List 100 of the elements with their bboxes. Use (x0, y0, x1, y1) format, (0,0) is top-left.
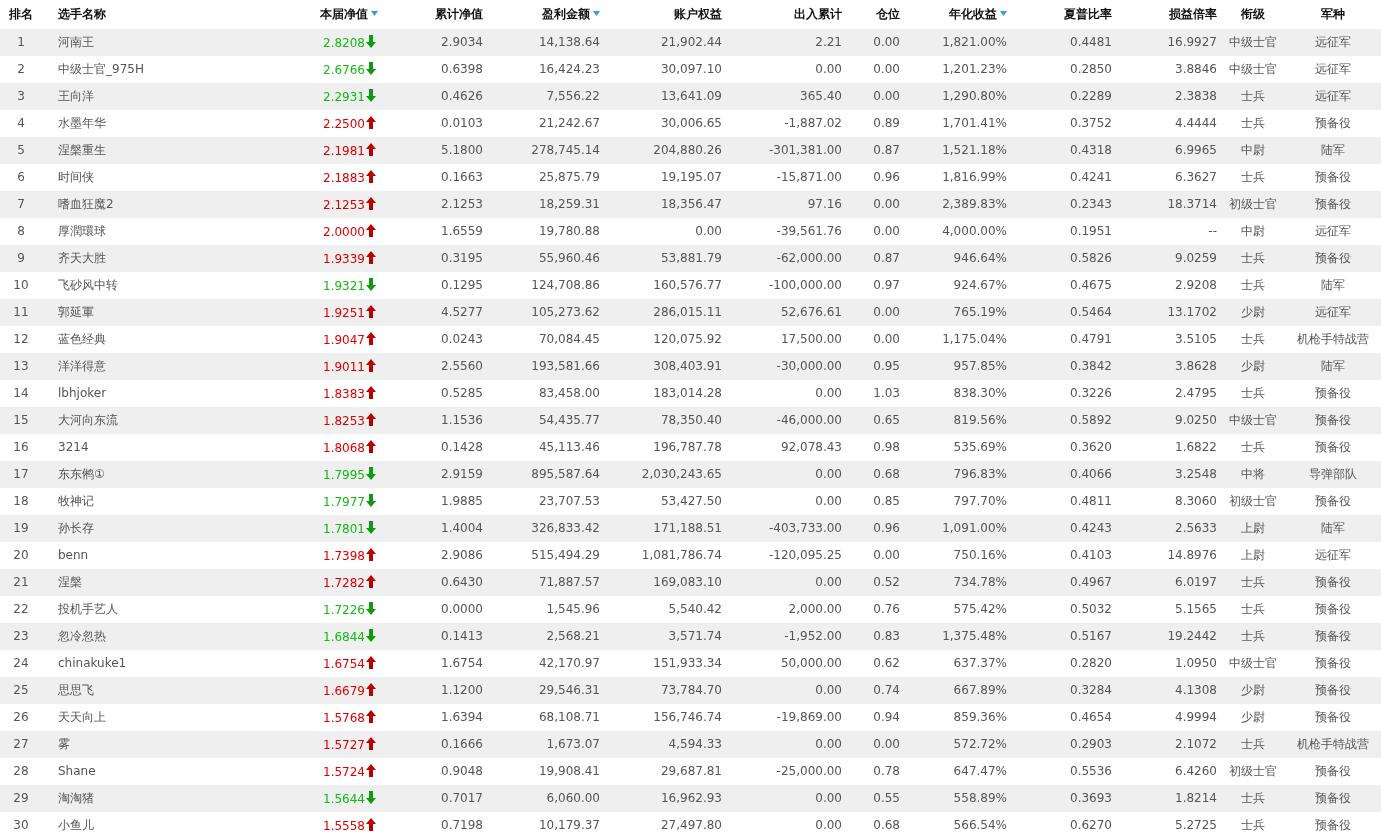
table-cell: 0.3620 (1070, 440, 1112, 454)
table-cell: 19,195.07 (660, 170, 722, 184)
player-name: 蓝色经典 (58, 332, 106, 346)
table-cell: -39,561.76 (776, 224, 842, 238)
table-cell: 0.78 (873, 764, 900, 778)
table-cell: 0.2903 (1070, 737, 1112, 751)
up-arrow-icon (366, 817, 376, 831)
column-header[interactable]: 选手名称 (58, 7, 106, 22)
branch-cell: 陆军 (1321, 143, 1345, 157)
net-value-cell: 1.5644 (323, 791, 365, 806)
player-name: 投机手艺人 (58, 602, 118, 616)
up-arrow-icon (366, 169, 376, 183)
table-cell: 1.4004 (441, 521, 483, 535)
down-arrow-icon (366, 277, 376, 291)
table-cell: 52,676.61 (780, 305, 842, 319)
net-value-cell: 1.7398 (323, 548, 365, 563)
column-header[interactable]: 损益倍率 (1169, 7, 1217, 22)
branch-cell: 远征军 (1315, 305, 1351, 319)
column-header[interactable]: 排名 (9, 7, 33, 22)
table-cell: 0.87 (873, 251, 900, 265)
rank-cell: 18 (13, 494, 29, 508)
table-cell: 0.6398 (441, 62, 483, 76)
table-cell: -15,871.00 (776, 170, 842, 184)
column-header[interactable]: 仓位 (876, 7, 900, 22)
rank-cell: 17 (13, 467, 29, 481)
table-cell: 0.0000 (441, 602, 483, 616)
rank-title-cell: 士兵 (1241, 170, 1265, 184)
column-header[interactable]: 账户权益 (674, 7, 722, 22)
table-cell: 29,687.81 (660, 764, 722, 778)
table-cell: 83,458.00 (538, 386, 600, 400)
net-value-cell: 2.8208 (323, 35, 365, 50)
table-cell: 3.2548 (1175, 467, 1217, 481)
table-cell: 859.36% (953, 710, 1007, 724)
player-name: benn (58, 548, 89, 562)
table-cell: 667.89% (953, 683, 1007, 697)
down-arrow-icon (366, 34, 376, 48)
table-cell: 6.3627 (1175, 170, 1217, 184)
net-value-cell: 2.2931 (323, 89, 365, 104)
table-cell: 3.5105 (1175, 332, 1217, 346)
net-value-cell: 1.9339 (323, 251, 365, 266)
rank-cell: 20 (13, 548, 29, 562)
rank-title-cell: 士兵 (1241, 440, 1265, 454)
rank-cell: 13 (13, 359, 29, 373)
table-cell: 29,546.31 (538, 683, 600, 697)
table-cell: 1,091.00% (942, 521, 1007, 535)
player-name: lbhjoker (58, 386, 107, 400)
table-cell: 3.8846 (1175, 62, 1217, 76)
net-value-cell: 1.6754 (323, 656, 365, 671)
down-arrow-icon (366, 493, 376, 507)
branch-cell: 陆军 (1321, 359, 1345, 373)
column-header[interactable]: 本届净值 (320, 7, 378, 22)
up-arrow-icon (366, 709, 376, 723)
column-header[interactable]: 夏普比率 (1064, 7, 1112, 22)
column-header[interactable]: 出入累计 (794, 7, 842, 22)
table-cell: 566.54% (953, 818, 1007, 832)
rank-cell: 8 (17, 224, 25, 238)
column-header[interactable]: 衔级 (1241, 7, 1265, 22)
table-cell: 13.1702 (1167, 305, 1217, 319)
table-cell: -46,000.00 (776, 413, 842, 427)
table-cell: 0.9048 (441, 764, 483, 778)
net-value-cell: 1.9251 (323, 305, 365, 320)
column-header[interactable]: 累计净值 (435, 7, 483, 22)
table-cell: 765.19% (953, 305, 1007, 319)
table-cell: 0.76 (873, 602, 900, 616)
net-value-cell: 2.0000 (323, 224, 365, 239)
table-cell: 1.9885 (441, 494, 483, 508)
table-cell: 16.9927 (1167, 35, 1217, 49)
rank-cell: 2 (17, 62, 25, 76)
table-cell: -30,000.00 (776, 359, 842, 373)
rank-title-cell: 中级士官 (1229, 62, 1277, 76)
table-cell: 0.94 (873, 710, 900, 724)
rank-title-cell: 中级士官 (1229, 656, 1277, 670)
table-cell: 2.9208 (1175, 278, 1217, 292)
table-cell: 169,083.10 (653, 575, 722, 589)
table-cell: 0.00 (873, 305, 900, 319)
player-name: 厚潤環球 (58, 224, 106, 238)
table-cell: 7,556.22 (546, 89, 600, 103)
table-cell: -- (1208, 224, 1217, 238)
column-header[interactable]: 盈利金额 (542, 7, 600, 22)
table-cell: 9.0259 (1175, 251, 1217, 265)
table-cell: 1.1536 (441, 413, 483, 427)
table-cell: -100,000.00 (768, 278, 842, 292)
branch-cell: 预备役 (1315, 197, 1351, 211)
rank-title-cell: 中将 (1241, 467, 1265, 481)
table-cell: 0.74 (873, 683, 900, 697)
table-cell: 1.6559 (441, 224, 483, 238)
branch-cell: 机枪手特战营 (1297, 737, 1369, 751)
up-arrow-icon (366, 250, 376, 264)
column-header[interactable]: 军种 (1321, 7, 1345, 22)
player-name: 郭延軍 (58, 305, 94, 319)
table-cell: 0.00 (815, 818, 842, 832)
player-name: 淘淘猪 (58, 791, 94, 805)
rank-cell: 25 (13, 683, 29, 697)
table-cell: 0.4481 (1070, 35, 1112, 49)
table-cell: 2.9034 (441, 35, 483, 49)
up-arrow-icon (366, 331, 376, 345)
table-cell: 2.21 (815, 35, 842, 49)
column-header[interactable]: 年化收益 (949, 7, 1007, 22)
table-cell: 797.70% (953, 494, 1007, 508)
rank-cell: 15 (13, 413, 29, 427)
